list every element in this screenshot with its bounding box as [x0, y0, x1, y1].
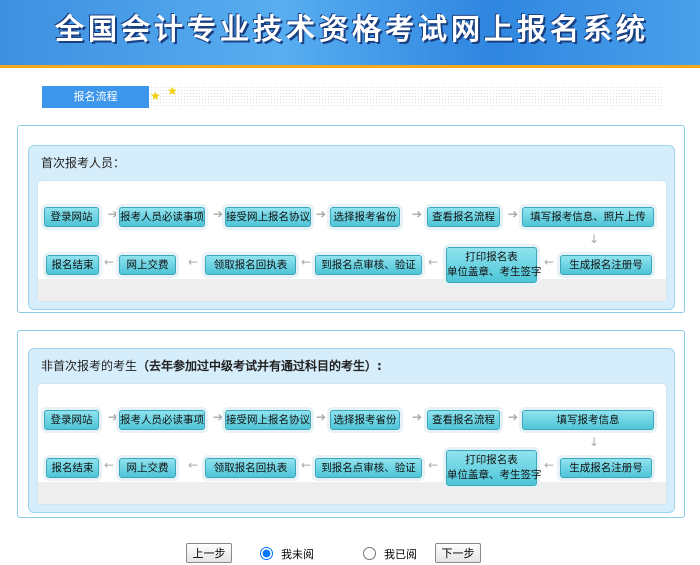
radio-unread[interactable]: 我未阅 — [260, 546, 314, 562]
step-view-process: 查看报名流程 — [427, 410, 500, 430]
tab-bar: 报名流程 ★ ★ — [42, 84, 662, 108]
arrow-left-icon: ← — [428, 255, 439, 269]
step-login: 登录网站 — [44, 207, 99, 227]
arrow-left-icon: ← — [544, 255, 555, 269]
step-print: 打印报名表 单位盖章、考生签字 — [446, 247, 542, 283]
step-agreement: 接受网上报名协议 — [225, 207, 311, 227]
arrow-left-icon: ← — [428, 458, 439, 472]
arrow-right-icon: ➔ — [108, 207, 119, 221]
prev-button[interactable]: 上一步 — [186, 543, 232, 563]
arrow-down-icon: ↓ — [589, 435, 600, 449]
flow-area: 登录网站 ➔ 报考人员必读事项 ➔ 接受网上报名协议 ➔ 选择报考省份 ➔ 查看… — [37, 383, 667, 505]
step-login: 登录网站 — [44, 410, 99, 430]
arrow-left-icon: ← — [188, 255, 199, 269]
arrow-left-icon: ← — [188, 458, 199, 472]
step-fill-info: 填写报考信息、照片上传 — [522, 207, 654, 227]
step-reg-number: 生成报名注册号 — [560, 255, 652, 275]
step-verify: 到报名点审核、验证 — [315, 458, 422, 478]
radio-read[interactable]: 我已阅 — [363, 546, 417, 562]
star-icon: ★ — [167, 84, 178, 98]
step-province: 选择报考省份 — [330, 410, 400, 430]
arrow-left-icon: ← — [301, 458, 312, 472]
first-time-panel: 首次报考人员： 登录网站 ➔ 报考人员必读事项 ➔ 接受网上报名协议 ➔ 选择报… — [28, 145, 675, 310]
system-title: 全国会计专业技术资格考试网上报名系统 — [55, 12, 650, 46]
next-button[interactable]: 下一步 — [435, 543, 481, 563]
tab-registration-process[interactable]: 报名流程 — [42, 86, 149, 108]
section-title: 非首次报考的考生（去年参加过中级考试并有通过科目的考生）: — [41, 359, 382, 373]
arrow-left-icon: ← — [104, 458, 115, 472]
step-notice: 报考人员必读事项 — [119, 207, 205, 227]
section-title: 首次报考人员： — [41, 156, 126, 170]
step-agreement: 接受网上报名协议 — [225, 410, 311, 430]
arrow-right-icon: ➔ — [412, 410, 423, 424]
step-print: 打印报名表 单位盖章、考生签字 — [446, 450, 542, 486]
arrow-right-icon: ➔ — [213, 410, 224, 424]
arrow-left-icon: ← — [104, 255, 115, 269]
step-province: 选择报考省份 — [330, 207, 400, 227]
radio-read-input[interactable] — [363, 547, 376, 560]
arrow-right-icon: ➔ — [316, 410, 327, 424]
step-end: 报名结束 — [46, 458, 99, 478]
flow-area: 登录网站 ➔ 报考人员必读事项 ➔ 接受网上报名协议 ➔ 选择报考省份 ➔ 查看… — [37, 180, 667, 302]
header-banner: 全国会计专业技术资格考试网上报名系统 — [0, 0, 700, 68]
arrow-right-icon: ➔ — [316, 207, 327, 221]
arrow-right-icon: ➔ — [412, 207, 423, 221]
arrow-right-icon: ➔ — [108, 410, 119, 424]
step-view-process: 查看报名流程 — [427, 207, 500, 227]
arrow-right-icon: ➔ — [508, 207, 519, 221]
step-receipt: 领取报名回执表 — [205, 458, 296, 478]
step-verify: 到报名点审核、验证 — [315, 255, 422, 275]
star-icon: ★ — [150, 89, 161, 103]
returning-panel: 非首次报考的考生（去年参加过中级考试并有通过科目的考生）: 登录网站 ➔ 报考人… — [28, 348, 675, 513]
step-pay: 网上交费 — [119, 458, 176, 478]
step-fill-info: 填写报考信息 — [522, 410, 654, 430]
arrow-left-icon: ← — [301, 255, 312, 269]
arrow-down-icon: ↓ — [589, 232, 600, 246]
step-pay: 网上交费 — [119, 255, 176, 275]
step-receipt: 领取报名回执表 — [205, 255, 296, 275]
arrow-right-icon: ➔ — [508, 410, 519, 424]
step-notice: 报考人员必读事项 — [119, 410, 205, 430]
step-end: 报名结束 — [46, 255, 99, 275]
arrow-left-icon: ← — [544, 458, 555, 472]
arrow-right-icon: ➔ — [213, 207, 224, 221]
step-reg-number: 生成报名注册号 — [560, 458, 652, 478]
radio-unread-input[interactable] — [260, 547, 273, 560]
